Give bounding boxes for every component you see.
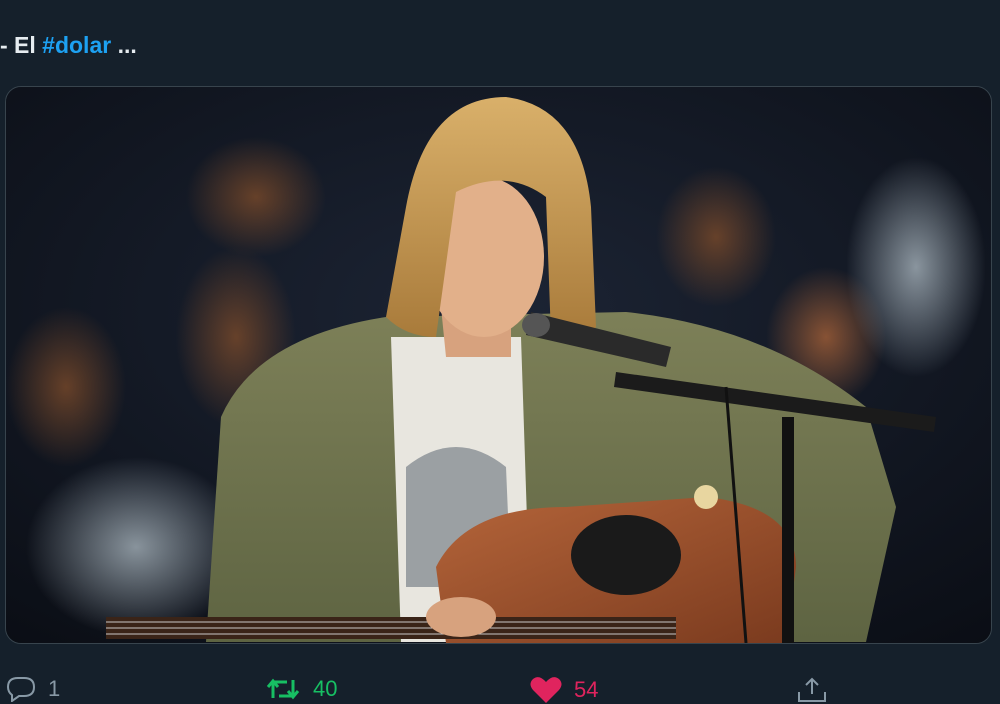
retweet-icon xyxy=(266,678,300,700)
retweet-count: 40 xyxy=(313,676,338,701)
reply-button[interactable]: 1 xyxy=(6,676,60,702)
photo-illustration xyxy=(6,87,991,643)
tweet-actions-bar: 1 40 54 xyxy=(0,668,1000,703)
reply-icon xyxy=(6,677,36,702)
retweet-button[interactable]: 40 xyxy=(265,676,337,702)
like-count: 54 xyxy=(574,677,599,702)
hashtag-link[interactable]: #dolar xyxy=(42,32,111,58)
reply-count: 1 xyxy=(48,676,61,701)
tweet-text-suffix: ... xyxy=(111,32,137,58)
tweet-text: - El #dolar ... xyxy=(0,32,137,59)
tweet-text-prefix: - El xyxy=(0,32,43,58)
tweet-media-photo[interactable] xyxy=(5,86,992,644)
